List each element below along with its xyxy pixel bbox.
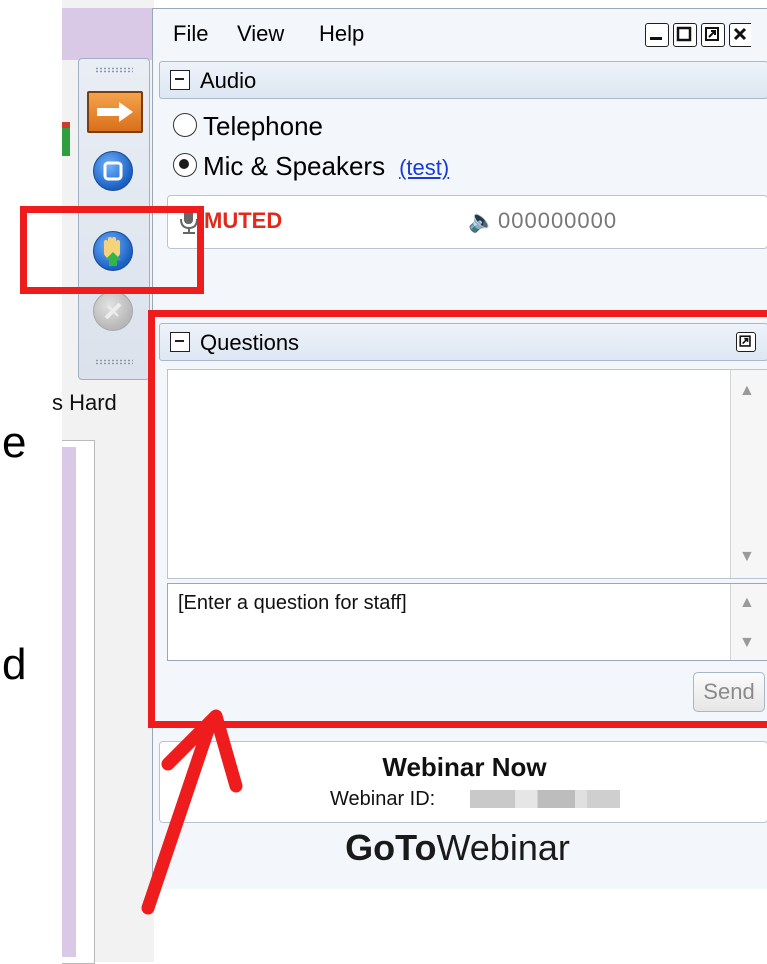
maximize-button[interactable] — [673, 23, 697, 47]
telephone-radio[interactable] — [173, 113, 197, 137]
menu-bar: File View Help — [153, 9, 767, 57]
background-text: s Hard — [52, 390, 117, 415]
mic-speakers-label: Mic & Speakers — [203, 151, 386, 181]
toolbar-grip-bottom[interactable] — [95, 359, 133, 365]
audio-header-label: Audio — [200, 68, 257, 93]
background-marker-green — [62, 128, 70, 156]
maximize-icon — [676, 26, 692, 42]
show-hide-panel-button[interactable] — [87, 91, 143, 133]
close-button[interactable] — [729, 23, 751, 47]
stop-icon — [103, 161, 123, 181]
logo-regular: Webinar — [436, 827, 570, 868]
muted-status: MUTED — [204, 208, 283, 233]
audio-section-header[interactable]: Audio — [159, 61, 767, 99]
background-letter-2: d — [2, 640, 27, 689]
menu-help[interactable]: Help — [319, 21, 364, 47]
telephone-label: Telephone — [203, 111, 323, 141]
audio-status-box: MUTED 🔈 000000000 — [167, 195, 767, 249]
background-panel-accent — [62, 447, 76, 957]
webinar-id-redacted — [470, 790, 620, 808]
test-audio-link[interactable]: (test) — [399, 155, 449, 180]
popout-button[interactable] — [701, 23, 725, 47]
annotation-box-questions — [148, 310, 767, 728]
mic-speakers-radio[interactable] — [173, 153, 197, 177]
annotation-arrow-icon — [141, 709, 243, 915]
stop-button[interactable] — [93, 151, 133, 191]
minimize-icon — [650, 37, 662, 40]
background-header-band — [62, 8, 154, 60]
telephone-option[interactable]: Telephone — [173, 111, 323, 142]
popout-icon — [705, 27, 719, 41]
speaker-icon: 🔈 — [468, 208, 496, 233]
mic-speakers-option[interactable]: Mic & Speakers (test) — [173, 151, 449, 182]
minimize-button[interactable] — [645, 23, 669, 47]
background-letter-1: e — [2, 418, 27, 467]
disabled-tool-button[interactable] — [93, 291, 133, 331]
collapse-icon[interactable] — [170, 70, 190, 90]
toolbar-grip-top[interactable] — [95, 67, 133, 73]
menu-file[interactable]: File — [173, 21, 208, 47]
audio-level-meter: 000000000 — [498, 208, 618, 233]
arrow-right-icon — [97, 102, 133, 122]
logo-bold: GoTo — [345, 827, 437, 868]
annotation-box-raise-hand — [20, 206, 204, 294]
menu-view[interactable]: View — [237, 21, 284, 47]
close-icon — [733, 27, 747, 41]
disabled-tool-icon — [104, 302, 122, 320]
webinar-id-label: Webinar ID: — [330, 788, 436, 810]
